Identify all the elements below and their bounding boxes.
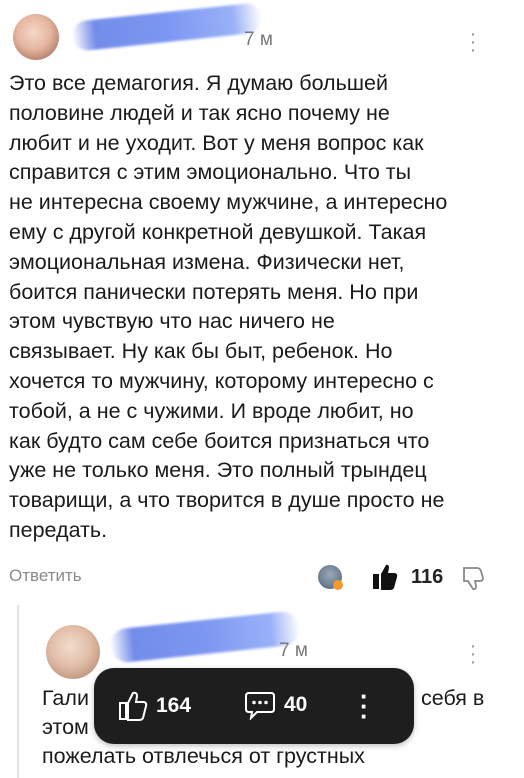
comment-text-fragment: Гали <box>42 686 89 710</box>
overlay-comment-count: 40 <box>284 693 308 716</box>
comment-bubble-icon <box>245 692 275 720</box>
comment-text: Это все демагогия. Я думаю большей полов… <box>9 71 448 542</box>
overlay-comments-button[interactable]: 40 <box>244 690 307 720</box>
more-options-icon[interactable]: · · · <box>468 636 478 672</box>
overlay-like-count: 164 <box>156 694 192 717</box>
avatar[interactable] <box>13 14 59 60</box>
comment-time: 7 м <box>279 640 308 661</box>
redaction-scribble <box>70 2 264 52</box>
reply-button[interactable]: Ответить <box>9 566 82 586</box>
orange-badge-icon <box>333 580 343 590</box>
thumbs-up-icon[interactable] <box>372 563 398 596</box>
overlay-more-icon[interactable]: · · · <box>360 683 369 729</box>
overlay-like-button[interactable]: 164 <box>118 690 191 722</box>
avatar[interactable] <box>46 625 100 679</box>
comment-text-fragment: себя в <box>421 686 485 710</box>
floating-action-bar: 164 40 · · · <box>94 668 414 744</box>
thumbs-down-icon[interactable] <box>460 565 486 596</box>
like-count: 116 <box>411 566 444 588</box>
redaction-scribble <box>108 610 302 664</box>
thumbs-up-outline-icon <box>119 691 148 721</box>
comment-text-fragment: этом <box>42 715 89 739</box>
comment-text-fragment: пожелать отвлечься от грустных <box>42 744 365 768</box>
thread-line <box>17 605 19 778</box>
more-options-icon[interactable]: · · · <box>468 24 478 60</box>
comment-time: 7 м <box>244 29 273 50</box>
